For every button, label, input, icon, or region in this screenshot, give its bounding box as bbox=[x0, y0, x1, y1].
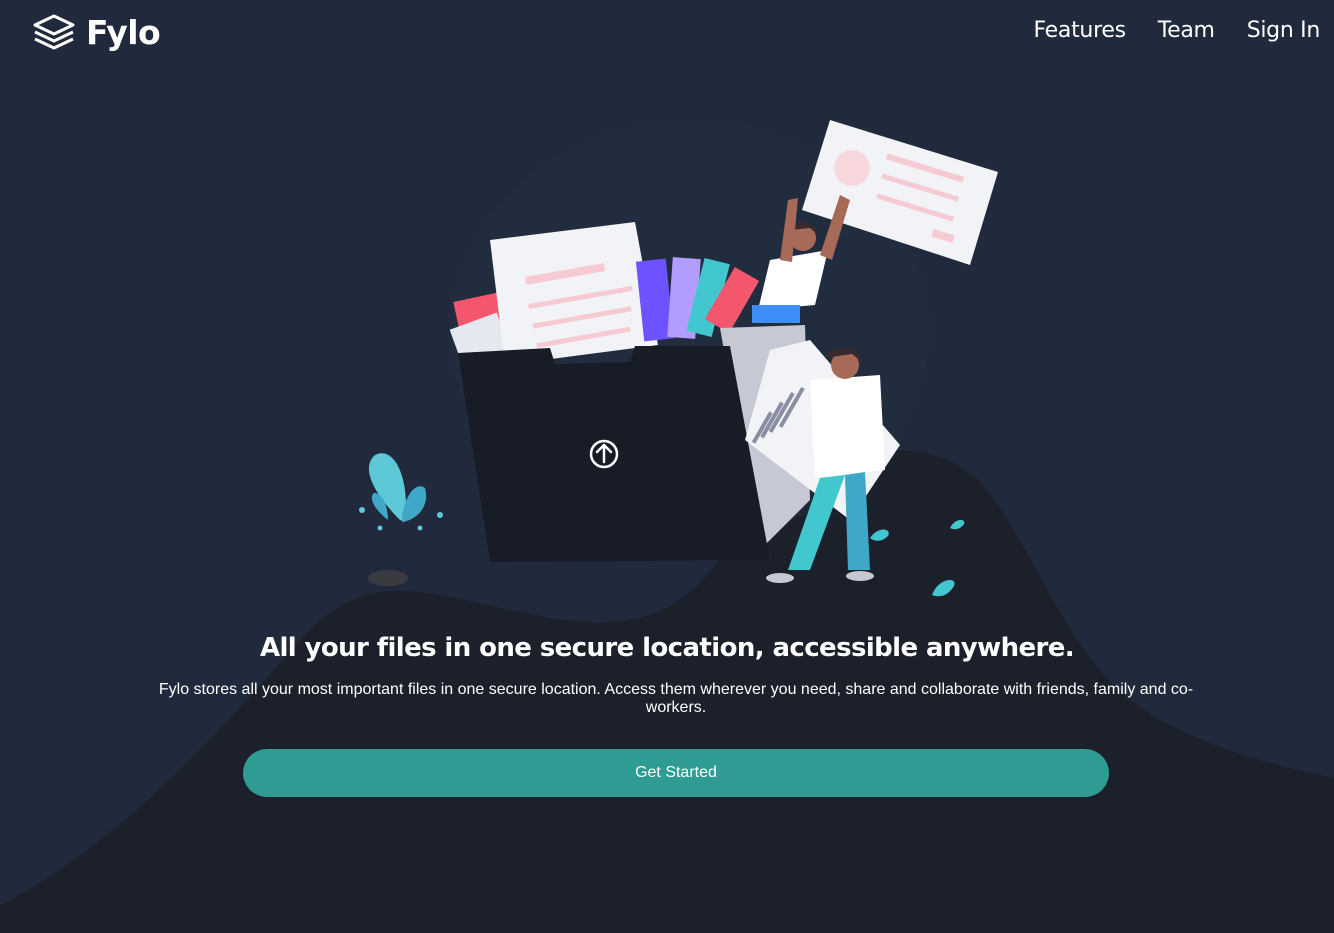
site-header: Fylo Features Team Sign In bbox=[0, 0, 1334, 64]
hero-description: Fylo stores all your most important file… bbox=[158, 681, 1194, 716]
leaf-decorations bbox=[870, 519, 965, 597]
nav-link-features[interactable]: Features bbox=[1034, 14, 1127, 48]
nav-link-sign-in[interactable]: Sign In bbox=[1247, 14, 1321, 48]
brand-name: Fylo bbox=[86, 12, 161, 52]
nav-link-team[interactable]: Team bbox=[1158, 14, 1215, 48]
papers-stack bbox=[449, 222, 658, 371]
hero-title: All your files in one secure location, a… bbox=[259, 633, 1075, 663]
plant-decoration bbox=[359, 453, 443, 531]
brand-logo[interactable]: Fylo bbox=[32, 10, 161, 54]
layers-icon bbox=[33, 14, 75, 50]
main-nav: Features Team Sign In bbox=[1034, 14, 1321, 48]
folder-shape bbox=[458, 346, 770, 562]
person-with-card bbox=[752, 120, 998, 323]
hero-illustration bbox=[359, 120, 998, 597]
landing-page: Fylo Features Team Sign In All your file… bbox=[0, 0, 1334, 933]
rock-decoration bbox=[368, 570, 408, 586]
get-started-button[interactable]: Get Started bbox=[243, 749, 1109, 797]
